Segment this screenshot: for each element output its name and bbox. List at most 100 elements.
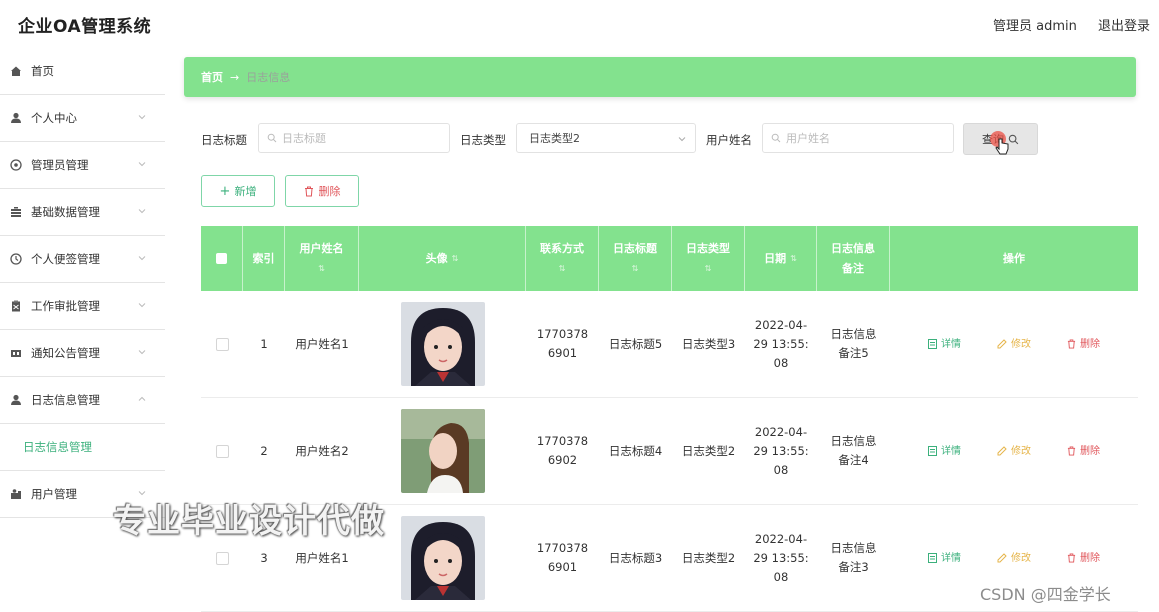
cell-index: 2 bbox=[260, 443, 268, 458]
logout-link[interactable]: 退出登录 bbox=[1098, 15, 1150, 34]
header-log-type[interactable]: 日志类型 ⇅ bbox=[672, 226, 745, 291]
table-body: 1 用户姓名1 17703786901 日志标题5 日志类型3 2022-04-29 13… bbox=[201, 291, 1138, 612]
user-icon bbox=[9, 393, 23, 407]
sort-icon: ⇅ bbox=[451, 253, 459, 263]
sidebar-item-log-management[interactable]: 日志信息管理 bbox=[0, 377, 165, 424]
sidebar-item-label: 首页 bbox=[31, 64, 54, 78]
log-title-label: 日志标题 bbox=[201, 133, 247, 147]
row-checkbox[interactable] bbox=[215, 551, 229, 565]
home-icon bbox=[9, 64, 23, 78]
breadcrumb-home[interactable]: 首页 bbox=[201, 69, 223, 85]
search-icon bbox=[267, 133, 277, 143]
add-button-label: 新增 bbox=[234, 185, 257, 198]
sidebar-item-notice[interactable]: 通知公告管理 bbox=[0, 330, 165, 377]
log-type-label: 日志类型 bbox=[460, 133, 506, 147]
sidebar-item-home[interactable]: 首页 bbox=[0, 48, 165, 95]
cell-remark: 日志信息备注5 bbox=[830, 327, 877, 360]
chevron-down-icon bbox=[138, 162, 146, 167]
sidebar-item-base-data[interactable]: 基础数据管理 bbox=[0, 189, 165, 236]
current-user-label: 管理员 admin bbox=[993, 19, 1077, 34]
header-date[interactable]: 日期 ⇅ bbox=[745, 226, 817, 291]
username-input[interactable]: 用户姓名 bbox=[762, 123, 954, 153]
header-index: 索引 bbox=[243, 226, 285, 291]
edit-button[interactable]: 修改 bbox=[997, 335, 1031, 354]
row-checkbox-cell[interactable] bbox=[201, 291, 243, 397]
clock-icon bbox=[9, 252, 23, 266]
username-placeholder: 用户姓名 bbox=[786, 132, 830, 145]
cell-log-type: 日志类型2 bbox=[681, 550, 736, 565]
table-header: 索引 用户姓名 ⇅ 头像 ⇅ 联系方式 ⇅ 日志标题 ⇅ 日志类型 ⇅ 日期 ⇅ 日志信息备… bbox=[201, 226, 1138, 291]
cursor-hand-icon bbox=[990, 131, 1009, 155]
chevron-up-icon bbox=[138, 396, 146, 401]
batch-delete-button[interactable]: 删除 bbox=[285, 175, 359, 207]
sidebar-item-memo[interactable]: 个人便签管理 bbox=[0, 236, 165, 283]
sidebar-subitem-log-info[interactable]: 日志信息管理 bbox=[0, 424, 165, 471]
trash-icon bbox=[1067, 446, 1076, 456]
cell-remark: 日志信息备注3 bbox=[830, 541, 877, 574]
trash-icon bbox=[1067, 339, 1076, 349]
row-checkbox-cell[interactable] bbox=[201, 398, 243, 504]
header-remark[interactable]: 日志信息备注 bbox=[817, 226, 890, 291]
header-log-title[interactable]: 日志标题 ⇅ bbox=[599, 226, 672, 291]
cell-log-type: 日志类型3 bbox=[681, 336, 736, 351]
trash-icon bbox=[1067, 553, 1076, 563]
delete-button[interactable]: 删除 bbox=[1067, 549, 1100, 568]
document-icon bbox=[928, 339, 937, 349]
avatar bbox=[400, 302, 485, 386]
cell-date: 2022-04-29 13:55:08 bbox=[753, 531, 809, 584]
edit-icon bbox=[997, 553, 1007, 563]
cell-log-title: 日志标题5 bbox=[608, 336, 663, 351]
log-type-selected-value: 日志类型2 bbox=[529, 132, 580, 145]
search-button[interactable]: 查询 bbox=[963, 123, 1038, 155]
batch-delete-label: 删除 bbox=[318, 185, 341, 198]
sidebar-item-admin-management[interactable]: 管理员管理 bbox=[0, 142, 165, 189]
edit-button[interactable]: 修改 bbox=[997, 549, 1031, 568]
chevron-down-icon bbox=[138, 115, 146, 120]
log-title-input[interactable]: 日志标题 bbox=[258, 123, 450, 153]
breadcrumb-current: 日志信息 bbox=[246, 71, 291, 84]
delete-button[interactable]: 删除 bbox=[1067, 335, 1100, 354]
sidebar-item-label: 日志信息管理 bbox=[31, 393, 100, 407]
avatar bbox=[400, 516, 485, 600]
sidebar-item-label: 用户管理 bbox=[31, 487, 77, 501]
cell-username: 用户姓名1 bbox=[295, 336, 349, 351]
delete-button[interactable]: 删除 bbox=[1067, 442, 1100, 461]
header-username[interactable]: 用户姓名 ⇅ bbox=[285, 226, 359, 291]
cell-phone: 17703786902 bbox=[536, 434, 589, 467]
chevron-down-icon bbox=[138, 303, 146, 308]
log-table: 索引 用户姓名 ⇅ 头像 ⇅ 联系方式 ⇅ 日志标题 ⇅ 日志类型 ⇅ 日期 ⇅ 日志信息备… bbox=[201, 226, 1138, 612]
cell-remark: 日志信息备注4 bbox=[830, 434, 877, 467]
detail-button[interactable]: 详情 bbox=[928, 335, 961, 354]
csdn-watermark: CSDN @四金学长 bbox=[980, 585, 1111, 604]
admin-icon bbox=[9, 158, 23, 172]
top-header: 企业OA管理系统 管理员 admin 退出登录 bbox=[0, 0, 1159, 48]
cell-phone: 17703786901 bbox=[536, 327, 589, 360]
sort-icon: ⇅ bbox=[704, 263, 712, 273]
header-phone[interactable]: 联系方式 ⇅ bbox=[526, 226, 599, 291]
select-all-checkbox[interactable] bbox=[216, 253, 227, 264]
sidebar-item-approval[interactable]: 工作审批管理 bbox=[0, 283, 165, 330]
cell-phone: 17703786901 bbox=[536, 541, 589, 574]
log-type-select[interactable]: 日志类型2 bbox=[516, 123, 696, 153]
row-checkbox[interactable] bbox=[215, 444, 229, 458]
add-button[interactable]: + 新增 bbox=[201, 175, 275, 207]
sidebar-item-label: 通知公告管理 bbox=[31, 346, 100, 360]
cell-log-type: 日志类型2 bbox=[681, 443, 736, 458]
cell-date: 2022-04-29 13:55:08 bbox=[753, 317, 809, 370]
row-checkbox[interactable] bbox=[215, 337, 229, 351]
detail-button[interactable]: 详情 bbox=[928, 549, 961, 568]
sort-icon: ⇅ bbox=[318, 263, 325, 273]
cell-operations: 详情 修改 删除 bbox=[890, 291, 1138, 397]
chevron-down-icon bbox=[138, 256, 146, 261]
search-bar: 日志标题 日志标题 日志类型 日志类型2 用户姓名 用户姓名 查询 bbox=[165, 123, 1159, 155]
log-title-placeholder: 日志标题 bbox=[282, 132, 326, 145]
header-select-all[interactable] bbox=[201, 226, 243, 291]
edit-icon bbox=[997, 339, 1007, 349]
breadcrumb-arrow-icon: → bbox=[230, 70, 240, 84]
edit-button[interactable]: 修改 bbox=[997, 442, 1031, 461]
sidebar-item-personal-center[interactable]: 个人中心 bbox=[0, 95, 165, 142]
database-icon bbox=[9, 205, 23, 219]
detail-button[interactable]: 详情 bbox=[928, 442, 961, 461]
cell-index: 1 bbox=[260, 336, 268, 351]
header-avatar[interactable]: 头像 ⇅ bbox=[359, 226, 526, 291]
